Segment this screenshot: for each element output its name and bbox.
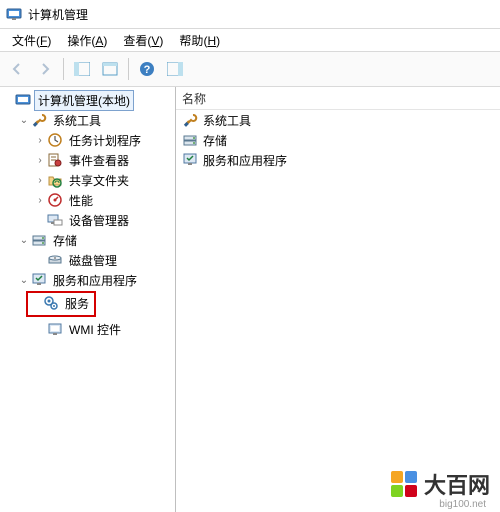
menubar: 文件(F) 操作(A) 查看(V) 帮助(H) — [0, 29, 500, 52]
tree-item-services[interactable]: 服务 — [42, 293, 92, 313]
menu-view[interactable]: 查看(V) — [115, 30, 171, 51]
tools-icon — [31, 112, 47, 128]
back-button — [4, 56, 30, 82]
clock-icon — [47, 132, 63, 148]
tree-item-device-manager[interactable]: 设备管理器 — [32, 210, 175, 230]
tree-label: 任务计划程序 — [66, 131, 144, 150]
tree-item-disk-management[interactable]: 磁盘管理 — [32, 250, 175, 270]
tree-label: 服务 — [62, 294, 92, 313]
tree-label: 设备管理器 — [66, 211, 132, 230]
storage-icon — [182, 132, 198, 148]
help-button[interactable]: ? — [134, 56, 160, 82]
tree-item-services-apps[interactable]: ⌄ 服务和应用程序 — [16, 270, 175, 290]
services-apps-icon — [182, 152, 198, 168]
collapse-icon[interactable]: ⌄ — [18, 115, 30, 126]
properties-button[interactable] — [97, 56, 123, 82]
watermark-text: 大百网 — [424, 468, 490, 500]
list-item-system-tools[interactable]: 系统工具 — [176, 110, 500, 130]
watermark: 大百网 — [390, 468, 490, 500]
performance-icon — [47, 192, 63, 208]
list-item-storage[interactable]: 存储 — [176, 130, 500, 150]
tools-icon — [182, 112, 198, 128]
collapse-icon[interactable]: ⌄ — [18, 275, 30, 286]
list-pane: 名称 系统工具 存储 服务和应用程序 — [176, 87, 500, 512]
storage-icon — [31, 232, 47, 248]
tree-item-system-tools[interactable]: ⌄ 系统工具 — [16, 110, 175, 130]
tree-label: WMI 控件 — [66, 320, 124, 339]
watermark-sub: big100.net — [439, 499, 486, 510]
collapse-icon[interactable]: ⌄ — [18, 235, 30, 246]
device-manager-icon — [47, 212, 63, 228]
tree-item-task-scheduler[interactable]: › 任务计划程序 — [32, 130, 175, 150]
event-viewer-icon — [47, 152, 63, 168]
tree-label: 性能 — [66, 191, 96, 210]
tree-pane: 计算机管理(本地) ⌄ 系统工具 › 任务计划程序 — [0, 87, 176, 512]
watermark-logo-icon — [390, 470, 418, 498]
tree-label: 存储 — [50, 231, 80, 250]
show-hide-tree-button[interactable] — [69, 56, 95, 82]
tree-label: 共享文件夹 — [66, 171, 132, 190]
menu-file[interactable]: 文件(F) — [4, 30, 59, 51]
app-icon — [6, 6, 22, 22]
titlebar: 计算机管理 — [0, 0, 500, 29]
window-title: 计算机管理 — [28, 6, 88, 23]
toolbar-separator — [128, 58, 129, 80]
column-header-name[interactable]: 名称 — [176, 87, 500, 110]
tree-root-label: 计算机管理(本地) — [34, 90, 134, 111]
tree-item-performance[interactable]: › 性能 — [32, 190, 175, 210]
forward-button — [32, 56, 58, 82]
menu-help[interactable]: 帮助(H) — [171, 30, 228, 51]
tree-label: 系统工具 — [50, 111, 104, 130]
tree-item-storage[interactable]: ⌄ 存储 — [16, 230, 175, 250]
list-item-label: 存储 — [203, 132, 227, 149]
tree-item-wmi[interactable]: WMI 控件 — [32, 319, 175, 339]
wmi-icon — [47, 321, 63, 337]
services-apps-icon — [31, 272, 47, 288]
toolbar-separator — [63, 58, 64, 80]
disk-management-icon — [47, 252, 63, 268]
menu-action[interactable]: 操作(A) — [59, 30, 115, 51]
svg-text:?: ? — [144, 64, 151, 76]
services-icon — [43, 295, 59, 311]
expand-icon[interactable]: › — [34, 195, 46, 206]
tree-item-shared-folders[interactable]: › 共享文件夹 — [32, 170, 175, 190]
content-area: 计算机管理(本地) ⌄ 系统工具 › 任务计划程序 — [0, 87, 500, 512]
tree-label: 服务和应用程序 — [50, 271, 140, 290]
expand-icon[interactable]: › — [34, 135, 46, 146]
tree-label: 磁盘管理 — [66, 251, 120, 270]
list-item-services-apps[interactable]: 服务和应用程序 — [176, 150, 500, 170]
toolbar: ? — [0, 52, 500, 87]
tree-item-event-viewer[interactable]: › 事件查看器 — [32, 150, 175, 170]
tree-label: 事件查看器 — [66, 151, 132, 170]
list-item-label: 系统工具 — [203, 112, 251, 129]
shared-folders-icon — [47, 172, 63, 188]
expand-icon[interactable]: › — [34, 155, 46, 166]
action-pane-button[interactable] — [162, 56, 188, 82]
expand-icon[interactable]: › — [34, 175, 46, 186]
computer-mgmt-icon — [15, 92, 31, 108]
tree-root[interactable]: 计算机管理(本地) — [0, 90, 175, 110]
highlight-box: 服务 — [26, 291, 96, 317]
list-item-label: 服务和应用程序 — [203, 152, 287, 169]
